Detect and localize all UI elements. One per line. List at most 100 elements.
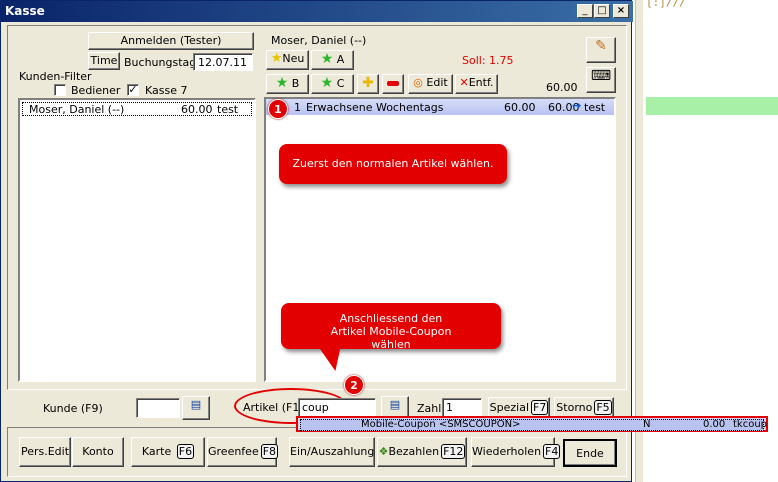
magic-wand-button[interactable]: ✎: [586, 37, 616, 63]
keyboard-button[interactable]: ⌨: [586, 67, 616, 93]
close-button[interactable]: ×: [613, 4, 629, 18]
storno-label: Storno: [556, 401, 593, 414]
wiederholen-key: F4: [543, 444, 561, 459]
edit-label: Edit: [426, 76, 448, 89]
minimize-button[interactable]: _: [577, 4, 593, 18]
add-button[interactable]: ✚: [357, 74, 379, 94]
zahl-label: Zahl: [417, 402, 442, 415]
buchungstag-value: 12.07.11: [198, 56, 247, 69]
customer-row[interactable]: Moser, Daniel (--) 60.00 test: [22, 102, 252, 116]
c-label: C: [336, 77, 345, 90]
category-c-button[interactable]: ★ C: [311, 74, 354, 94]
wand-icon: ✎: [595, 38, 607, 54]
suggestion-price: 0.00: [703, 419, 726, 430]
kunde-lookup-button[interactable]: ▤: [182, 396, 210, 420]
kunde-input[interactable]: [136, 398, 180, 418]
bezahlen-key: F12: [441, 444, 466, 459]
printer-icon: ▤: [389, 398, 401, 411]
window-title: Kasse: [5, 4, 45, 18]
ende-button[interactable]: Ende: [563, 439, 617, 467]
neu-label: Neu: [282, 52, 305, 65]
entf-button[interactable]: ✕Entf.: [455, 74, 498, 94]
background-window: [:]///: [632, 0, 778, 482]
article-suggestion-dropdown[interactable]: Mobile-Coupon <SMSCOUPON> N 0.00 tkcoup: [296, 416, 768, 432]
category-a-button[interactable]: ★ A: [311, 50, 354, 70]
konto-button[interactable]: Konto: [72, 437, 124, 467]
arrow-right-icon: →: [572, 99, 582, 112]
time-button[interactable]: Time: [88, 52, 120, 70]
suggestion-flag: N: [643, 419, 651, 430]
star-icon: ★: [320, 51, 334, 67]
spezial-label: Spezial: [489, 401, 530, 414]
star-icon: ★: [275, 75, 289, 91]
bezahlen-button[interactable]: ❖Bezahlen F12: [377, 437, 467, 467]
pers-edit-button[interactable]: Pers.Edit: [19, 437, 71, 467]
delete-icon: ✕: [459, 76, 469, 89]
a-label: A: [336, 53, 345, 66]
customer-user: test: [217, 103, 239, 116]
background-code-text: [:]///: [646, 0, 686, 9]
buchungstag-label: Buchungstag: [124, 56, 197, 69]
plus-icon: ✚: [362, 75, 374, 91]
storno-key: F5: [594, 400, 612, 415]
greenfee-button[interactable]: Greenfee F8: [207, 437, 279, 467]
suggestion-code: tkcoup: [733, 419, 768, 430]
entf-label: Entf.: [468, 76, 494, 89]
hint-bubble-2-text: Anschliessend den Artikel Mobile-Coupon …: [330, 312, 452, 351]
artikel-input[interactable]: coup: [298, 398, 376, 418]
kasse-label: Kasse 7: [145, 84, 188, 97]
article-price: 60.00: [504, 101, 536, 114]
printer-icon: ▤: [190, 398, 202, 411]
remove-button[interactable]: [382, 74, 404, 94]
zahl-input[interactable]: 1: [442, 398, 482, 418]
bediener-checkbox[interactable]: [54, 84, 66, 96]
hint-bubble-1-text: Zuerst den normalen Artikel wählen.: [292, 157, 494, 170]
category-b-button[interactable]: ★ B: [266, 74, 309, 94]
bediener-label: Bediener: [71, 84, 121, 97]
background-highlight-line: [646, 97, 778, 115]
karte-label: Karte: [141, 445, 172, 458]
minus-icon: [387, 80, 399, 86]
money-icon: ❖: [378, 445, 389, 458]
greenfee-label: Greenfee: [208, 445, 259, 458]
edit-icon: ◎: [413, 76, 423, 89]
ein-auszahlung-button[interactable]: Ein/Auszahlung: [289, 437, 375, 467]
customer-amount: 60.00: [181, 103, 213, 116]
hint-bubble-2: Anschliessend den Artikel Mobile-Coupon …: [281, 303, 501, 351]
article-user: test: [584, 101, 606, 114]
suggestion-name: Mobile-Coupon <SMSCOUPON>: [361, 419, 521, 430]
kunden-filter-label: Kunden-Filter: [19, 70, 92, 83]
background-scroll-gutter: [635, 0, 643, 482]
bezahlen-label: Bezahlen: [388, 445, 440, 458]
neu-button[interactable]: ★Neu: [266, 50, 309, 70]
karte-button[interactable]: Karte F6: [131, 437, 205, 467]
kasse-checkbox[interactable]: ✓: [127, 84, 139, 96]
wiederholen-label: Wiederholen: [472, 445, 542, 458]
karte-key: F6: [176, 444, 195, 459]
greenfee-key: F8: [260, 444, 279, 459]
total-amount: 60.00: [546, 81, 578, 94]
article-qty: 1: [294, 101, 301, 114]
star-icon: ★: [320, 75, 334, 91]
current-customer-name: Moser, Daniel (--): [271, 34, 367, 47]
wiederholen-button[interactable]: Wiederholen F4: [471, 437, 561, 467]
soll-label: Soll: 1.75: [462, 54, 514, 67]
kasse-window: Kasse _ □ × Anmelden (Tester) Time Buchu…: [0, 0, 633, 482]
edit-button[interactable]: ◎ Edit: [408, 74, 453, 94]
step-2-badge: 2: [344, 375, 364, 395]
spezial-key: F7: [531, 400, 549, 415]
artikel-label: Artikel (F1): [243, 401, 304, 414]
hint-bubble-1: Zuerst den normalen Artikel wählen.: [279, 144, 507, 184]
buchungstag-field: 12.07.11: [193, 53, 253, 71]
suggestion-row[interactable]: Mobile-Coupon <SMSCOUPON> N 0.00 tkcoup: [300, 419, 768, 431]
anmelden-button[interactable]: Anmelden (Tester): [88, 32, 254, 50]
article-row[interactable]: 1 Erwachsene Wochentags 60.00 60.00 → te…: [266, 99, 614, 115]
b-label: B: [291, 77, 300, 90]
star-icon: ★: [270, 51, 283, 66]
kunde-label: Kunde (F9): [43, 402, 103, 415]
maximize-button[interactable]: □: [594, 4, 610, 18]
step-1-badge: 1: [268, 99, 288, 119]
title-bar[interactable]: Kasse _ □ ×: [1, 1, 633, 22]
keyboard-icon: ⌨: [590, 68, 612, 84]
customer-list[interactable]: Moser, Daniel (--) 60.00 test: [18, 98, 256, 382]
